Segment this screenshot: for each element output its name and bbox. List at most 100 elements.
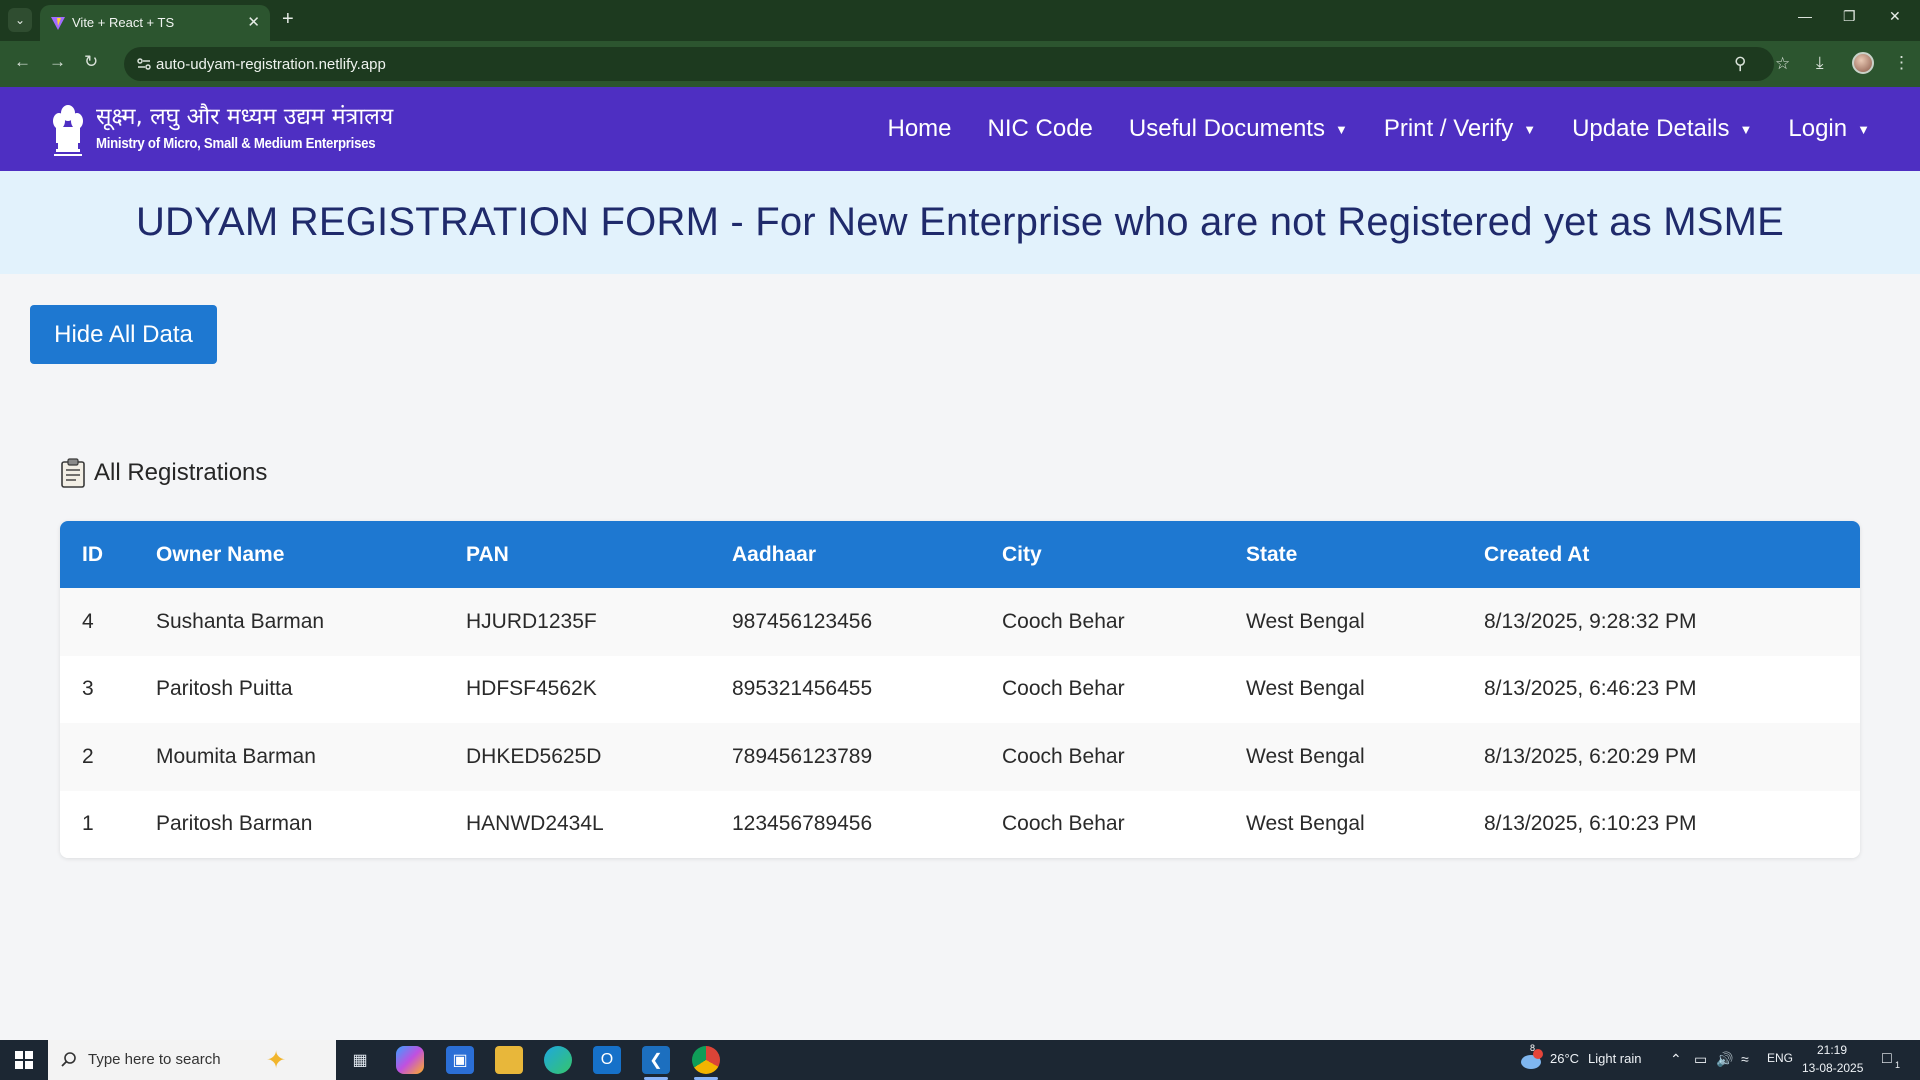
registrations-table-card: ID Owner Name PAN Aadhaar City State Cre… bbox=[60, 521, 1860, 858]
registrations-table: ID Owner Name PAN Aadhaar City State Cre… bbox=[60, 521, 1860, 858]
cell-city: Cooch Behar bbox=[1002, 588, 1246, 656]
window-close-icon[interactable]: ✕ bbox=[1889, 8, 1901, 25]
cell-id: 2 bbox=[60, 723, 156, 791]
cell-aadhaar: 895321456455 bbox=[732, 655, 1002, 723]
search-placeholder: Type here to search bbox=[88, 1051, 221, 1068]
nav-useful-documents[interactable]: Useful Documents ▼ bbox=[1129, 115, 1348, 143]
column-header-city: City bbox=[1002, 521, 1246, 588]
site-header: सूक्ष्म, लघु और मध्यम उद्यम मंत्रालय Min… bbox=[0, 87, 1920, 171]
nav-print-verify[interactable]: Print / Verify ▼ bbox=[1384, 115, 1536, 143]
nav-update-details[interactable]: Update Details ▼ bbox=[1572, 115, 1752, 143]
downloads-icon[interactable]: ⤓ bbox=[1816, 53, 1824, 73]
cell-id: 1 bbox=[60, 790, 156, 858]
edge-icon[interactable] bbox=[544, 1046, 572, 1074]
cell-city: Cooch Behar bbox=[1002, 655, 1246, 723]
nav-update-details-label: Update Details bbox=[1572, 115, 1730, 142]
cell-created-at: 8/13/2025, 6:20:29 PM bbox=[1484, 723, 1860, 791]
nav-nic-code[interactable]: NIC Code bbox=[988, 115, 1093, 143]
browser-tab[interactable]: Vite + React + TS ✕ bbox=[40, 5, 270, 41]
url-text: auto-udyam-registration.netlify.app bbox=[156, 56, 386, 73]
clock-time[interactable]: 21:19 bbox=[1817, 1043, 1847, 1057]
notification-count: 1 bbox=[1895, 1060, 1901, 1070]
ministry-name-english: Ministry of Micro, Small & Medium Enterp… bbox=[96, 135, 376, 152]
chrome-icon[interactable] bbox=[692, 1046, 720, 1074]
profile-avatar[interactable] bbox=[1852, 52, 1874, 74]
caret-down-icon: ▼ bbox=[1334, 121, 1348, 137]
copilot-icon[interactable] bbox=[396, 1046, 424, 1074]
cell-pan: HANWD2434L bbox=[466, 790, 732, 858]
column-header-created-at: Created At bbox=[1484, 521, 1860, 588]
nav-home[interactable]: Home bbox=[887, 115, 951, 143]
column-header-pan: PAN bbox=[466, 521, 732, 588]
cell-owner-name: Paritosh Puitta bbox=[156, 655, 466, 723]
tab-search-chevron-icon[interactable]: ⌄ bbox=[8, 8, 32, 32]
cell-aadhaar: 987456123456 bbox=[732, 588, 1002, 656]
cell-state: West Bengal bbox=[1246, 588, 1484, 656]
cell-owner-name: Moumita Barman bbox=[156, 723, 466, 791]
volume-icon[interactable]: 🔊 bbox=[1716, 1051, 1733, 1068]
restore-icon[interactable]: ❐ bbox=[1843, 8, 1856, 25]
vscode-icon[interactable]: ❮ bbox=[642, 1046, 670, 1074]
task-view-icon[interactable]: ▦ bbox=[346, 1046, 374, 1074]
cell-created-at: 8/13/2025, 9:28:32 PM bbox=[1484, 588, 1860, 656]
store-icon[interactable]: ▣ bbox=[446, 1046, 474, 1074]
cell-state: West Bengal bbox=[1246, 723, 1484, 791]
language-indicator[interactable]: ENG bbox=[1767, 1051, 1793, 1065]
minimize-icon[interactable]: — bbox=[1798, 8, 1812, 24]
browser-toolbar: ← → ↻ auto-udyam-registration.netlify.ap… bbox=[0, 41, 1920, 87]
tray-overflow-chevron-icon[interactable]: ⌃ bbox=[1670, 1051, 1682, 1068]
caret-down-icon: ▼ bbox=[1523, 121, 1537, 137]
wifi-icon[interactable]: ≈ bbox=[1741, 1051, 1749, 1067]
outlook-icon[interactable]: O bbox=[593, 1046, 621, 1074]
new-tab-icon[interactable]: + bbox=[282, 8, 294, 30]
site-info-icon[interactable] bbox=[136, 56, 152, 72]
table-row: 3 Paritosh Puitta HDFSF4562K 89532145645… bbox=[60, 655, 1860, 723]
taskbar-search-box[interactable]: Type here to search ✦ bbox=[48, 1040, 336, 1080]
table-row: 2 Moumita Barman DHKED5625D 789456123789… bbox=[60, 723, 1860, 791]
address-bar[interactable]: auto-udyam-registration.netlify.app ⚲ ☆ bbox=[124, 47, 1790, 81]
cell-created-at: 8/13/2025, 6:10:23 PM bbox=[1484, 790, 1860, 858]
nav-print-verify-label: Print / Verify bbox=[1383, 115, 1514, 142]
cell-pan: DHKED5625D bbox=[466, 723, 732, 791]
forward-icon[interactable]: → bbox=[49, 52, 66, 72]
browser-tab-strip: ⌄ Vite + React + TS ✕ + — ❐ ✕ bbox=[0, 0, 1920, 41]
nav-login[interactable]: Login ▼ bbox=[1788, 115, 1870, 143]
weather-desc: Light rain bbox=[1588, 1051, 1642, 1066]
notification-icon[interactable]: □ bbox=[1882, 1050, 1892, 1068]
bookmark-star-icon[interactable]: ☆ bbox=[1775, 54, 1790, 74]
search-highlight-sparkle-icon: ✦ bbox=[266, 1047, 287, 1074]
ministry-name-hindi: सूक्ष्म, लघु और मध्यम उद्यम मंत्रालय bbox=[96, 104, 394, 130]
windows-logo-icon bbox=[15, 1051, 33, 1069]
column-header-aadhaar: Aadhaar bbox=[732, 521, 1002, 588]
nav-login-label: Login bbox=[1788, 115, 1848, 142]
battery-icon[interactable]: ▭ bbox=[1694, 1051, 1707, 1068]
caret-down-icon: ▼ bbox=[1857, 121, 1870, 137]
cell-id: 4 bbox=[60, 588, 156, 656]
browser-menu-icon[interactable]: ⋮ bbox=[1893, 53, 1910, 73]
section-title: All Registrations bbox=[94, 459, 268, 486]
file-explorer-icon[interactable] bbox=[495, 1046, 523, 1074]
tab-close-icon[interactable]: ✕ bbox=[247, 13, 260, 31]
cell-pan: HJURD1235F bbox=[466, 588, 732, 656]
zoom-icon[interactable]: ⚲ bbox=[1734, 54, 1746, 74]
hide-all-data-button[interactable]: Hide All Data bbox=[30, 305, 217, 364]
cell-state: West Bengal bbox=[1246, 655, 1484, 723]
cell-owner-name: Sushanta Barman bbox=[156, 588, 466, 656]
cell-city: Cooch Behar bbox=[1002, 723, 1246, 791]
cell-aadhaar: 123456789456 bbox=[732, 790, 1002, 858]
search-icon bbox=[61, 1052, 76, 1067]
nav-nic-code-label: NIC Code bbox=[987, 115, 1093, 142]
clipboard-icon bbox=[61, 458, 85, 488]
tab-title: Vite + React + TS bbox=[72, 15, 175, 30]
table-header-row: ID Owner Name PAN Aadhaar City State Cre… bbox=[60, 521, 1860, 588]
back-icon[interactable]: ← bbox=[14, 52, 31, 72]
cell-state: West Bengal bbox=[1246, 790, 1484, 858]
start-button[interactable] bbox=[0, 1040, 48, 1080]
cell-city: Cooch Behar bbox=[1002, 790, 1246, 858]
caret-down-icon: ▼ bbox=[1739, 121, 1753, 137]
reload-icon[interactable]: ↻ bbox=[84, 52, 98, 72]
cell-id: 3 bbox=[60, 655, 156, 723]
clock-date[interactable]: 13-08-2025 bbox=[1802, 1061, 1863, 1075]
national-emblem-logo[interactable] bbox=[50, 99, 86, 159]
cell-created-at: 8/13/2025, 6:46:23 PM bbox=[1484, 655, 1860, 723]
